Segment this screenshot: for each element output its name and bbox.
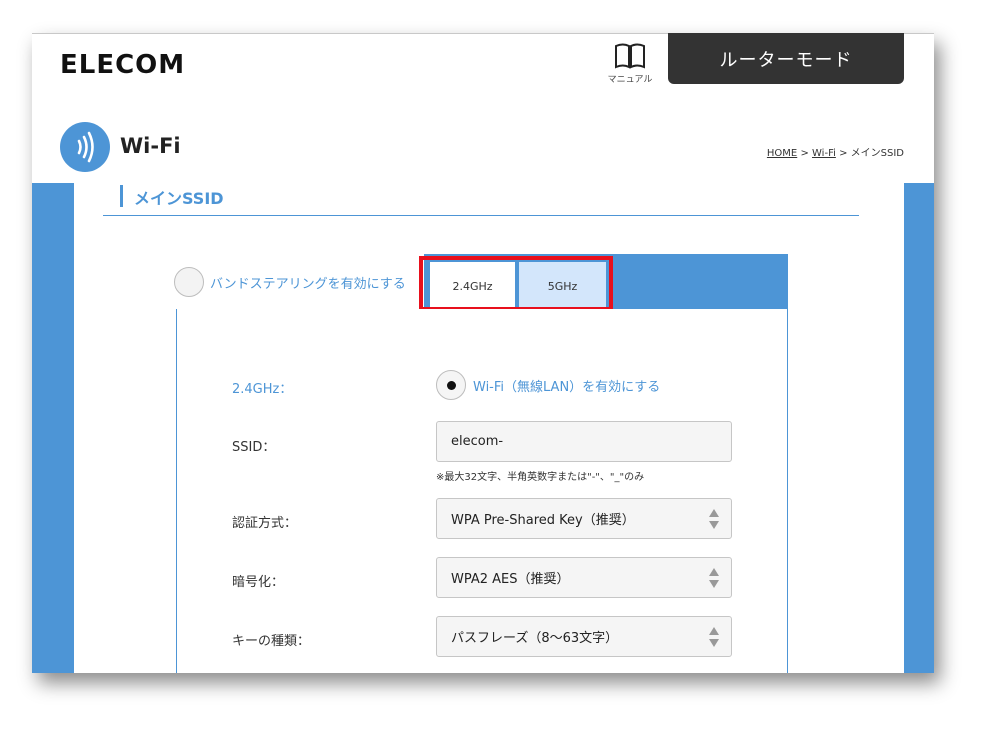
elecom-logo: ELECOM: [60, 50, 186, 80]
encryption-select[interactable]: WPA2 AES（推奨）: [436, 557, 732, 598]
encryption-value: WPA2 AES（推奨）: [451, 572, 570, 587]
tab-2-4ghz[interactable]: 2.4GHz: [430, 262, 515, 310]
updown-arrows-icon: [709, 627, 719, 647]
router-mode-button[interactable]: ルーターモード: [668, 33, 904, 84]
breadcrumb-separator: >: [800, 148, 809, 159]
wifi-signal-icon: [60, 122, 110, 172]
key-type-value: パスフレーズ（8〜63文字）: [451, 631, 619, 646]
band-steering-label: バンドステアリングを有効にする: [210, 276, 406, 292]
key-type-select[interactable]: パスフレーズ（8〜63文字）: [436, 616, 732, 657]
breadcrumb-wifi-link[interactable]: Wi-Fi: [812, 148, 836, 159]
band-steering-radio[interactable]: [174, 267, 204, 297]
updown-arrows-icon: [709, 568, 719, 588]
updown-arrows-icon: [709, 509, 719, 529]
wifi-enable-toggle[interactable]: Wi-Fi（無線LAN）を有効にする: [436, 370, 660, 400]
book-icon: [615, 43, 645, 69]
breadcrumb-current: メインSSID: [850, 148, 904, 159]
section-divider: [103, 215, 859, 216]
auth-method-value: WPA Pre-Shared Key（推奨）: [451, 513, 635, 528]
page-title: Wi-Fi: [120, 134, 181, 158]
radio-selected-dot: [446, 380, 456, 390]
section-title: メインSSID: [134, 189, 224, 208]
left-side-bar: [32, 183, 74, 673]
encryption-label: 暗号化：: [232, 575, 285, 590]
ssid-label: SSID：: [232, 440, 276, 455]
auth-method-select[interactable]: WPA Pre-Shared Key（推奨）: [436, 498, 732, 539]
right-side-bar: [904, 183, 934, 673]
ssid-input[interactable]: elecom-: [436, 421, 732, 462]
key-type-label: キーの種類：: [232, 634, 311, 649]
auth-method-label: 認証方式：: [232, 516, 298, 531]
manual-link[interactable]: マニュアル: [598, 41, 662, 85]
wifi-enable-label: Wi-Fi（無線LAN）を有効にする: [473, 379, 661, 395]
section-accent-bar: [120, 185, 123, 207]
band-tab-strip: 2.4GHz 5GHz: [424, 254, 788, 310]
manual-label: マニュアル: [607, 75, 653, 85]
breadcrumb-home-link[interactable]: HOME: [767, 148, 797, 159]
main-content-panel: メインSSID バンドステアリングを有効にする 2.4GHz 5GHz 2.4G…: [74, 183, 904, 673]
tab-5ghz[interactable]: 5GHz: [519, 262, 606, 310]
band-row-label: 2.4GHz：: [232, 382, 293, 397]
ssid-note: ※最大32文字、半角英数字または"-"、"_"のみ: [436, 472, 645, 483]
router-admin-window: ELECOM マニュアル ルーターモード Wi-Fi HOME > Wi-Fi …: [32, 33, 934, 673]
wifi-enable-radio[interactable]: [436, 370, 466, 400]
breadcrumb: HOME > Wi-Fi > メインSSID: [767, 144, 904, 159]
breadcrumb-separator: >: [839, 148, 848, 159]
band-steering-checkbox[interactable]: バンドステアリングを有効にする: [174, 267, 406, 297]
